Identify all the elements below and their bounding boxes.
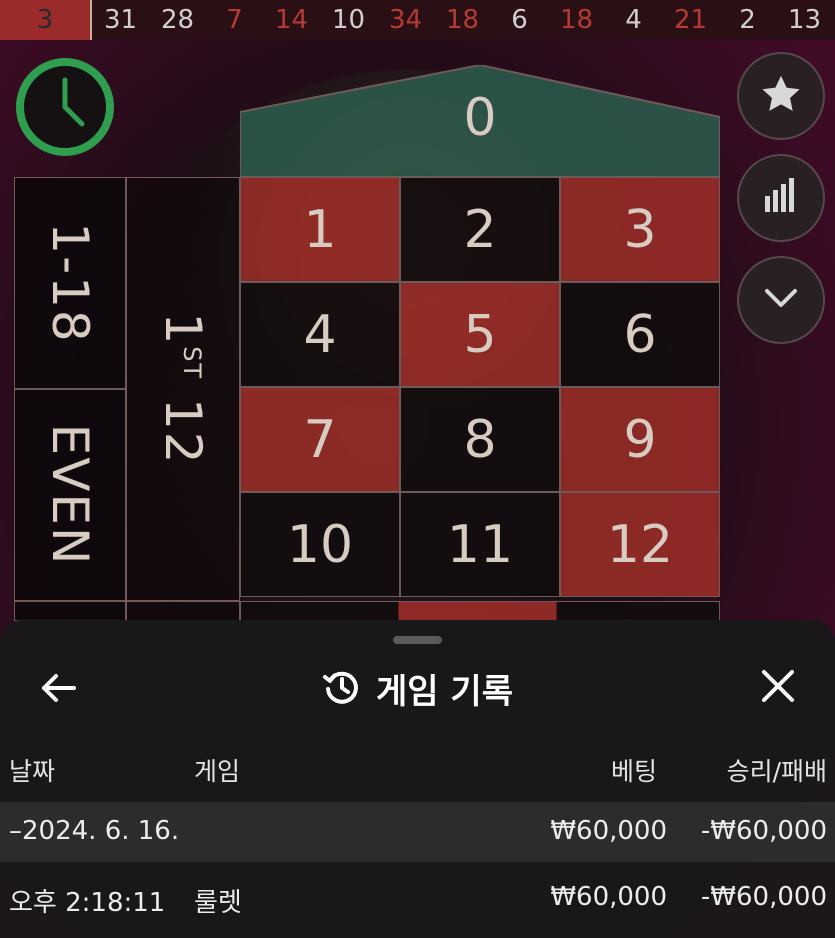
game-name: 룰렛 [194, 888, 242, 918]
history-game-row[interactable]: 오후 2:18:11 룰렛 ₩60,000 -₩60,000 [0, 868, 835, 928]
collapse-button[interactable] [737, 256, 825, 344]
star-icon [758, 71, 804, 121]
statistics-button[interactable] [737, 154, 825, 242]
history-result: 10 [331, 5, 366, 35]
zero-label: 0 [463, 88, 497, 148]
chevron-down-icon [759, 276, 803, 324]
history-icon [322, 667, 362, 711]
bet-even-label: EVEN [41, 423, 99, 567]
date-result-total: -₩60,000 [700, 816, 827, 846]
number-cell[interactable]: 2 [400, 177, 560, 282]
history-result: 18 [445, 5, 480, 35]
number-cell[interactable]: 3 [560, 177, 720, 282]
bet-1-18[interactable]: 1-18 [14, 177, 126, 389]
column-date: 날짜 [9, 757, 56, 786]
grid-row-partial [240, 601, 720, 621]
sheet-title: 게임 기록 [0, 664, 835, 713]
date-bet-total: ₩60,000 [550, 816, 667, 846]
recent-results-strip: 3 31 28 7 14 10 34 18 6 18 4 21 2 13 [0, 0, 835, 40]
bet-even[interactable]: EVEN [14, 389, 126, 601]
number-grid: 1 2 3 4 5 6 7 8 9 10 11 12 [240, 177, 720, 597]
number-cell[interactable]: 9 [560, 387, 720, 492]
history-result: 18 [559, 5, 594, 35]
bet-row-partial-2[interactable] [126, 601, 240, 621]
close-button[interactable] [758, 666, 798, 706]
bet-first-dozen[interactable]: 1ST 12 [126, 177, 240, 601]
number-cell[interactable]: 5 [400, 282, 560, 387]
sheet-title-text: 게임 기록 [376, 672, 513, 712]
history-result: 31 [103, 5, 138, 35]
number-cell[interactable]: 6 [560, 282, 720, 387]
history-result: 14 [274, 5, 309, 35]
column-game: 게임 [194, 757, 241, 786]
history-result: 2 [739, 5, 756, 35]
number-cell[interactable]: 11 [400, 492, 560, 597]
history-result: 6 [511, 5, 528, 35]
timer-icon [14, 56, 116, 158]
number-cell[interactable]: 7 [240, 387, 400, 492]
bet-row-partial[interactable] [14, 601, 126, 621]
history-result: 7 [226, 5, 243, 35]
date-value: –2024. 6. 16. [9, 816, 180, 846]
number-cell[interactable]: 10 [240, 492, 400, 597]
history-result: 34 [388, 5, 423, 35]
game-history-sheet: 게임 기록 날짜 게임 베팅 승리/패배 –2024. 6. 16. ₩60,0… [0, 620, 835, 938]
number-cell[interactable]: 8 [400, 387, 560, 492]
number-cell[interactable]: 12 [560, 492, 720, 597]
close-icon [758, 670, 798, 710]
history-result: 13 [787, 5, 822, 35]
favorites-button[interactable] [737, 52, 825, 140]
latest-result: 3 [0, 0, 92, 40]
column-result: 승리/패배 [726, 757, 827, 786]
history-date-row[interactable]: –2024. 6. 16. ₩60,000 -₩60,000 [0, 802, 835, 862]
game-result: -₩60,000 [700, 882, 827, 912]
bet-1-18-label: 1-18 [41, 222, 99, 344]
statistics-icon [761, 176, 801, 220]
history-result: 21 [673, 5, 708, 35]
history-result: 28 [160, 5, 195, 35]
number-cell[interactable]: 1 [240, 177, 400, 282]
column-bet: 베팅 [610, 757, 657, 786]
history-result: 4 [625, 5, 642, 35]
game-bet: ₩60,000 [550, 882, 667, 912]
game-time: 오후 2:18:11 [9, 888, 166, 918]
sheet-drag-handle[interactable] [393, 636, 442, 644]
number-cell[interactable]: 4 [240, 282, 400, 387]
first-dozen-label: 1ST 12 [154, 312, 212, 466]
